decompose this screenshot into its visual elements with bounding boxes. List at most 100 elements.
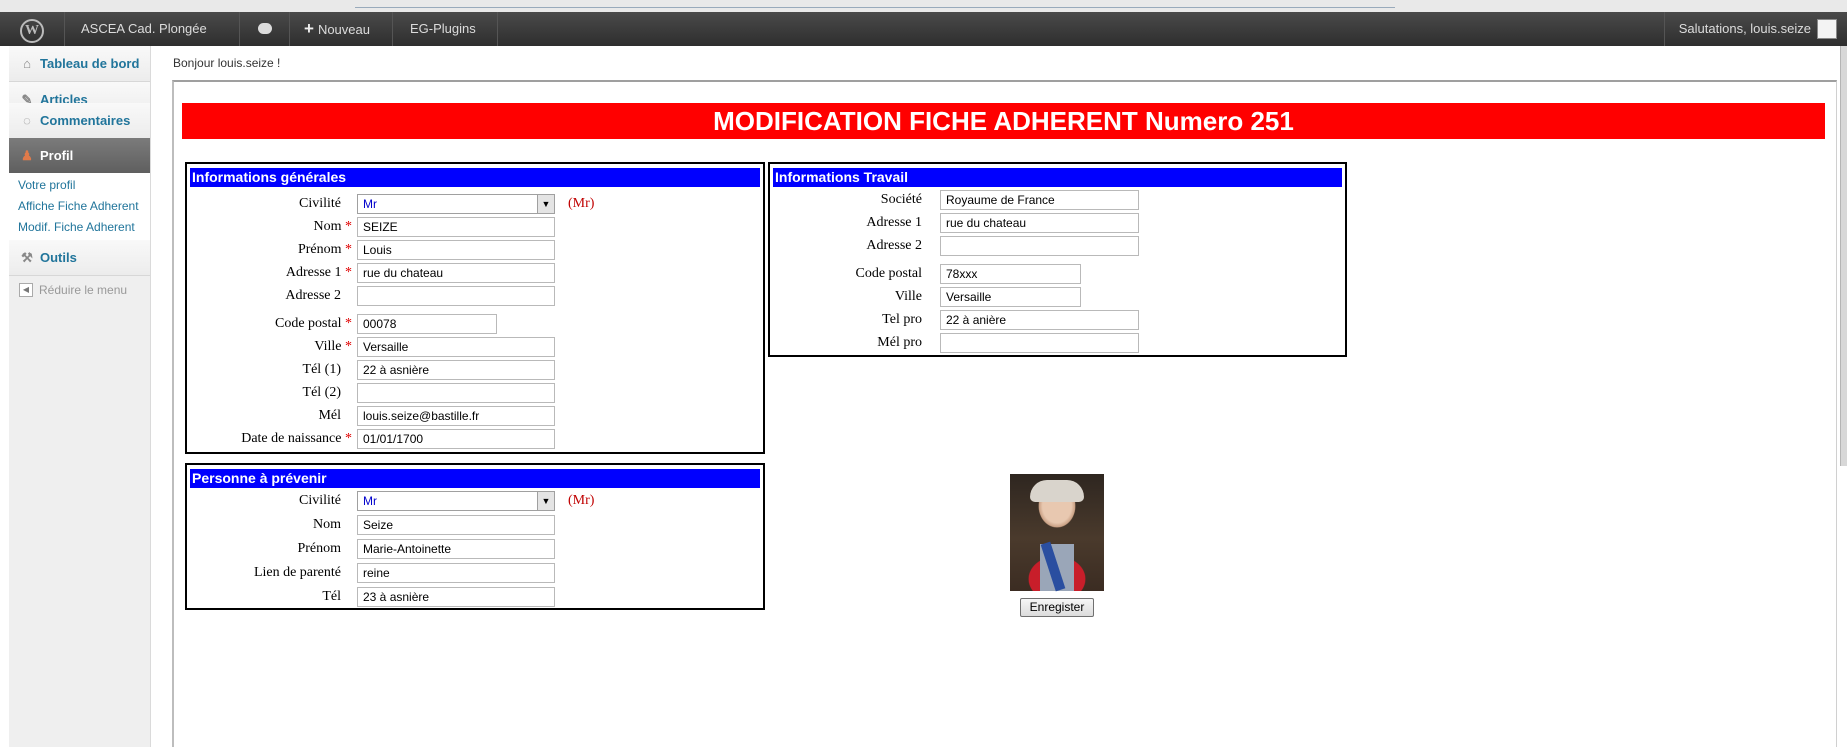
nom-row: Nom * SEIZE [187,217,763,237]
work-code-postal-input[interactable]: 78xxx [940,264,1081,284]
prenom-row: Prénom * Louis [187,240,763,260]
work-code-postal-row: Code postal 78xxx [770,264,1345,284]
contact-tel-row: Tél 23 à asnière [187,587,763,607]
adresse2-label: Adresse 2 [285,288,341,303]
submenu-modif-fiche[interactable]: Modif. Fiche Adherent [18,220,135,234]
societe-label: Société [880,192,922,207]
work-code-postal-label: Code postal [855,266,923,281]
collapse-arrow-icon: ◀ [19,283,33,297]
work-ville-input[interactable]: Versaille [940,287,1081,307]
work-adresse2-label: Adresse 2 [866,238,922,253]
contact-civilite-row: Civilité Mr ▼ (Mr) [187,491,763,511]
tel-pro-input[interactable]: 22 à anière [940,310,1139,330]
code-postal-row: Code postal * 00078 [187,314,763,334]
sidebar-item-profil[interactable]: ♟ Profil [9,138,150,174]
tel-pro-row: Tel pro 22 à anière [770,310,1345,330]
sidebar-item-dashboard[interactable]: ⌂ Tableau de bord [9,46,150,82]
address-bar-edge [355,0,1395,8]
work-adresse2-row: Adresse 2 [770,236,1345,256]
adresse1-label: Adresse 1 * [285,265,352,280]
window-scrollbar[interactable] [1840,46,1847,466]
contact-prenom-input[interactable]: Marie-Antoinette [357,539,555,559]
section-title: Informations générales [190,168,760,187]
tools-icon: ⚒ [21,250,33,265]
plugins-menu[interactable]: EG-Plugins [394,12,498,46]
admin-sidebar: ⌂ Tableau de bord ✎ Articles ◌ Commentai… [9,46,151,747]
contact-civilite-value: Mr [363,494,377,508]
societe-input[interactable]: Royaume de France [940,190,1139,210]
collapse-menu-label: Réduire le menu [39,283,128,297]
work-ville-row: Ville Versaille [770,287,1345,307]
contact-lien-label: Lien de parenté [253,565,341,580]
naissance-input[interactable]: 01/01/1700 [357,429,555,449]
sidebar-item-label: Tableau de bord [40,56,140,71]
contact-civilite-label: Civilité [299,493,341,508]
prenom-input[interactable]: Louis [357,240,555,260]
plus-icon: + [304,19,314,38]
site-name-link[interactable]: ASCEA Cad. Plongée [65,12,240,46]
sidebar-item-label: Profil [40,148,74,163]
societe-row: Société Royaume de France [770,190,1345,210]
civilite-hint: (Mr) [568,196,595,211]
mel-input[interactable]: louis.seize@bastille.fr [357,406,555,426]
comments-icon[interactable] [241,12,290,46]
contact-lien-row: Lien de parenté reine [187,563,763,583]
chevron-down-icon: ▼ [537,195,554,213]
collapse-menu-button[interactable]: ◀ Réduire le menu [9,276,150,304]
nom-label: Nom * [313,219,353,234]
work-ville-label: Ville [894,289,922,304]
section-title: Informations Travail [773,168,1342,187]
civilite-label: Civilité [299,196,341,211]
civilite-select[interactable]: Mr ▼ [357,194,555,214]
tel2-row: Tél (2) [187,383,763,403]
contact-nom-input[interactable]: Seize [357,515,555,535]
ville-label: Ville * [314,339,352,354]
contact-lien-input[interactable]: reine [357,563,555,583]
work-adresse1-label: Adresse 1 [866,215,922,230]
account-greeting[interactable]: Salutations, louis.seize [1663,12,1819,46]
mel-pro-input[interactable] [940,333,1139,353]
wordpress-logo-icon[interactable]: W [0,12,65,46]
mel-pro-label: Mél pro [877,335,922,350]
contact-nom-label: Nom [313,517,341,532]
tel1-row: Tél (1) 22 à asnière [187,360,763,380]
page-title-banner: MODIFICATION FICHE ADHERENT Numero 251 [182,103,1825,139]
adresse1-input[interactable]: rue du chateau [357,263,555,283]
contact-tel-input[interactable]: 23 à asnière [357,587,555,607]
contact-tel-label: Tél [322,589,341,604]
admin-bar: W ASCEA Cad. Plongée + Nouveau EG-Plugins… [0,12,1847,46]
contact-nom-row: Nom Seize [187,515,763,535]
work-adresse1-input[interactable]: rue du chateau [940,213,1139,233]
ville-input[interactable]: Versaille [357,337,555,357]
contact-civilite-select[interactable]: Mr ▼ [357,491,555,511]
sidebar-item-outils[interactable]: ⚒ Outils [9,240,150,276]
users-icon: ♟ [21,148,33,163]
new-content-label: Nouveau [317,22,370,37]
mel-pro-row: Mél pro [770,333,1345,353]
adresse2-input[interactable] [357,286,555,306]
submenu-votre-profil[interactable]: Votre profil [18,178,75,192]
tel2-label: Tél (2) [302,385,341,400]
work-adresse1-row: Adresse 1 rue du chateau [770,213,1345,233]
prenom-label: Prénom * [297,242,352,257]
tel1-label: Tél (1) [302,362,341,377]
avatar[interactable] [1817,19,1837,39]
civilite-row: Civilité Mr ▼ (Mr) [187,194,763,214]
sidebar-item-comments[interactable]: ◌ Commentaires [9,103,150,139]
ville-row: Ville * Versaille [187,337,763,357]
sidebar-item-label: Commentaires [40,113,131,128]
new-content-menu[interactable]: + Nouveau [290,12,393,46]
member-portrait-image [1010,474,1104,592]
section-title: Personne à prévenir [190,469,760,488]
naissance-row: Date de naissance * 01/01/1700 [187,429,763,449]
contact-prenom-row: Prénom Marie-Antoinette [187,539,763,559]
submenu-affiche-fiche[interactable]: Affiche Fiche Adherent [18,199,139,213]
code-postal-input[interactable]: 00078 [357,314,497,334]
nom-input[interactable]: SEIZE [357,217,555,237]
tel1-input[interactable]: 22 à asnière [357,360,555,380]
tel2-input[interactable] [357,383,555,403]
dashboard-icon: ⌂ [23,56,31,71]
save-button[interactable]: Enregister [1020,598,1094,617]
work-adresse2-input[interactable] [940,236,1139,256]
emergency-contact-section: Personne à prévenir Civilité Mr ▼ (Mr) No… [185,463,765,610]
